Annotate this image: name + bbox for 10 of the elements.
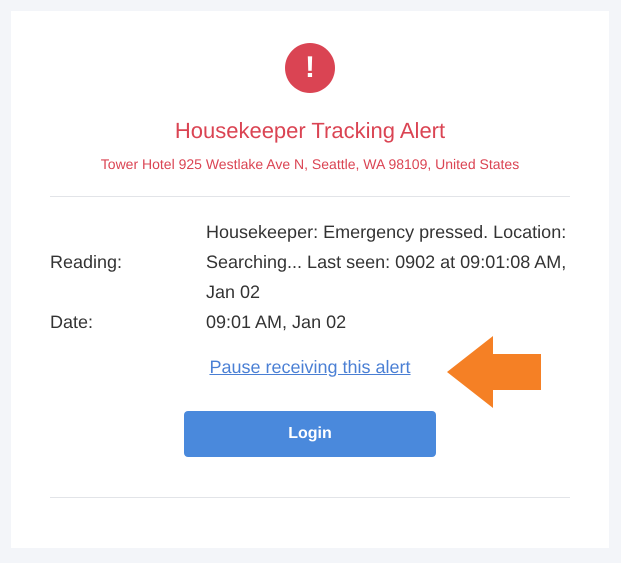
hotel-address: Tower Hotel 925 Westlake Ave N, Seattle, WA 98109, United States	[100, 156, 520, 172]
field-value: Housekeeper: Emergency pressed. Location: Searching... Last seen: 0902 at 09:01:08 AM, Jan 02	[206, 221, 568, 304]
arrow-icon	[447, 336, 541, 408]
field-label: Date:	[50, 311, 94, 334]
alert-icon: !	[285, 43, 335, 93]
alert-title: Housekeeper Tracking Alert	[174, 118, 446, 144]
pause-alert-link[interactable]: Pause receiving this alert	[209, 357, 411, 378]
field-label: Reading:	[50, 251, 124, 274]
field-value: 09:01 AM, Jan 02	[206, 311, 348, 334]
login-button[interactable]: Login	[184, 411, 436, 457]
